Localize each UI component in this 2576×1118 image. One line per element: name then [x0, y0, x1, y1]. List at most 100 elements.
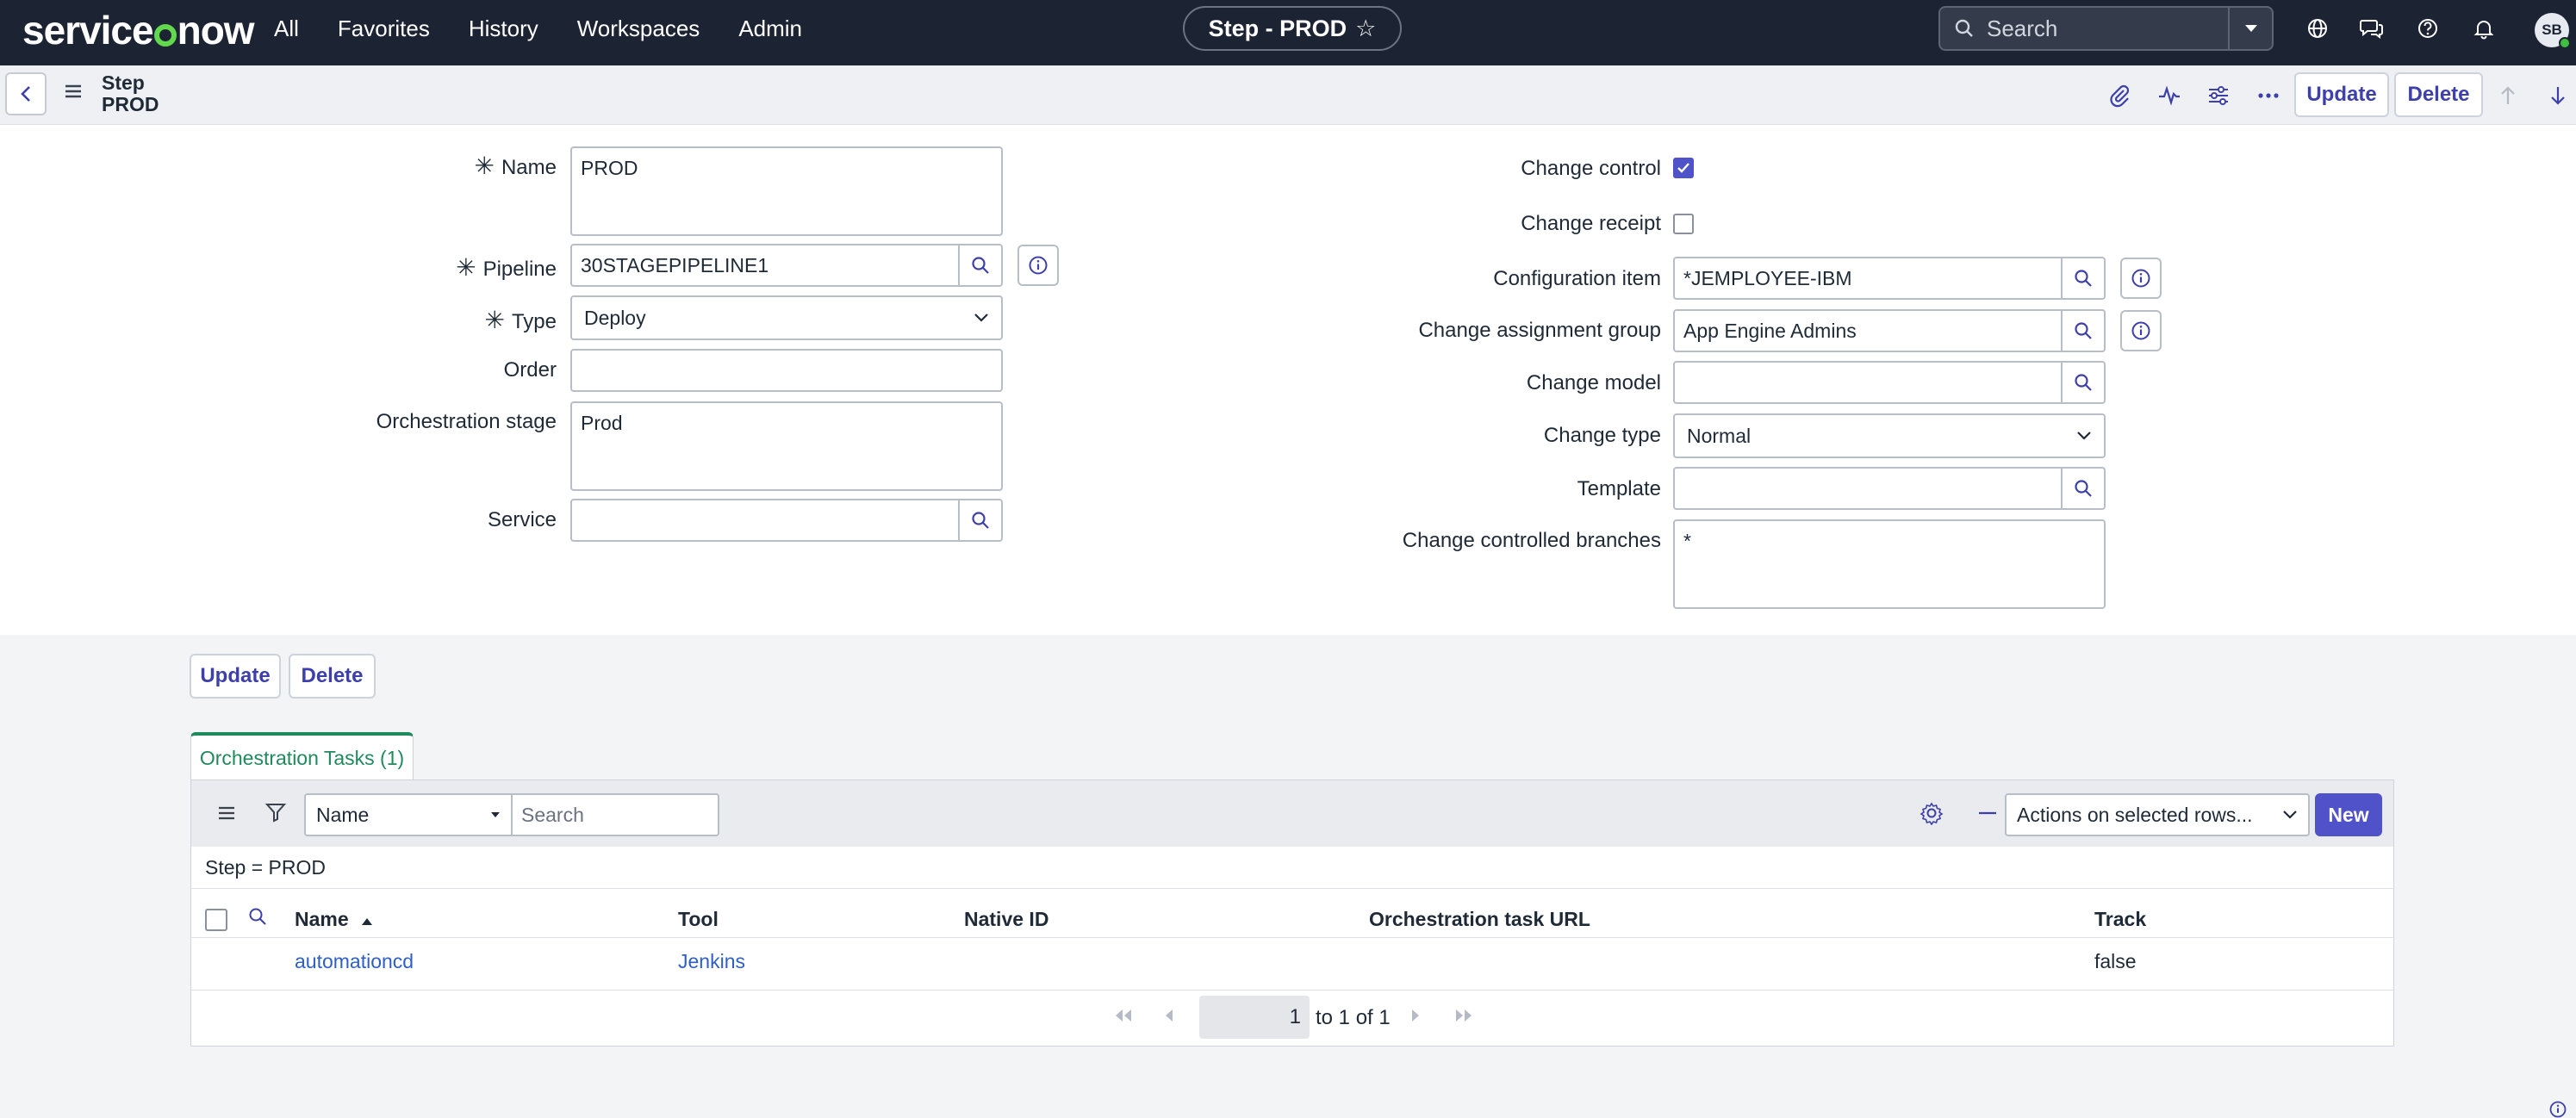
type-label: ✳ Type: [484, 307, 557, 333]
row-tool-link[interactable]: Jenkins: [678, 950, 745, 973]
change-model-field[interactable]: [1673, 361, 2063, 404]
star-icon[interactable]: ☆: [1355, 16, 1376, 42]
pipeline-label: ✳ Pipeline: [456, 254, 557, 281]
row-track: false: [2094, 950, 2137, 972]
form-context-menu-icon[interactable]: [64, 83, 83, 104]
row-name-link[interactable]: automationcd: [295, 950, 414, 973]
order-label: Order: [503, 358, 557, 382]
header-update-button[interactable]: Update: [2294, 72, 2389, 117]
search-icon: [2075, 270, 2092, 287]
type-select[interactable]: Deploy: [570, 295, 1003, 340]
change-type-label: Change type: [1543, 424, 1661, 447]
nav-admin[interactable]: Admin: [738, 16, 802, 42]
change-controlled-branches-label: Change controlled branches: [1402, 529, 1661, 552]
required-asterisk-icon: ✳: [484, 307, 505, 333]
notifications-bell-icon[interactable]: [2469, 14, 2498, 43]
nav-workspaces[interactable]: Workspaces: [577, 16, 700, 42]
nav-history[interactable]: History: [469, 16, 538, 42]
top-navigation-bar: service now All Favorites History Workspa…: [0, 0, 2576, 65]
chevron-down-icon: [2283, 811, 2297, 819]
user-avatar[interactable]: SB: [2535, 13, 2571, 49]
configuration-item-preview-button[interactable]: [2120, 258, 2162, 299]
column-header-tool[interactable]: Tool: [678, 908, 719, 931]
corner-info-icon[interactable]: [2548, 1100, 2567, 1118]
back-button[interactable]: [5, 72, 47, 115]
change-control-checkbox[interactable]: [1673, 158, 1694, 178]
change-assignment-group-lookup-button[interactable]: [2063, 309, 2106, 352]
header-delete-button[interactable]: Delete: [2394, 72, 2483, 117]
checkmark-icon: [1677, 163, 1689, 173]
configuration-item-field[interactable]: *JEMPLOYEE-IBM: [1673, 257, 2063, 300]
servicenow-logo[interactable]: service now: [22, 7, 255, 53]
change-type-select[interactable]: Normal: [1673, 413, 2106, 458]
personalize-sliders-icon[interactable]: [2204, 81, 2233, 110]
user-initials: SB: [2542, 22, 2562, 38]
column-header-name[interactable]: Name: [295, 908, 373, 931]
column-header-track[interactable]: Track: [2094, 908, 2146, 931]
globe-icon[interactable]: [2303, 14, 2332, 43]
info-icon: [1029, 256, 1048, 275]
first-page-icon[interactable]: [1113, 1008, 1134, 1028]
configuration-item-lookup-button[interactable]: [2063, 257, 2106, 300]
new-task-button[interactable]: New: [2315, 793, 2382, 836]
tab-orchestration-tasks[interactable]: Orchestration Tasks (1): [190, 732, 414, 780]
column-header-orchestration-task-url[interactable]: Orchestration task URL: [1369, 908, 1590, 931]
change-model-label: Change model: [1526, 371, 1661, 394]
list-search-input[interactable]: Search: [511, 793, 719, 836]
form-update-button[interactable]: Update: [190, 654, 281, 699]
order-field[interactable]: [570, 349, 1003, 392]
form-delete-button[interactable]: Delete: [289, 654, 376, 699]
change-assignment-group-field[interactable]: App Engine Admins: [1673, 309, 2063, 352]
change-receipt-checkbox[interactable]: [1673, 214, 1694, 234]
help-icon[interactable]: [2413, 14, 2442, 43]
change-assignment-group-label: Change assignment group: [1418, 319, 1661, 342]
next-record-arrow-down-icon[interactable]: [2543, 81, 2573, 110]
change-receipt-label: Change receipt: [1521, 212, 1661, 235]
change-controlled-branches-field[interactable]: *: [1673, 519, 2106, 609]
configuration-item-label: Configuration item: [1493, 267, 1661, 290]
breadcrumb-filter[interactable]: Step = PROD: [205, 856, 326, 879]
nav-favorites[interactable]: Favorites: [338, 16, 430, 42]
list-settings-gear-icon[interactable]: [1920, 801, 1944, 829]
service-lookup-button[interactable]: [960, 499, 1003, 542]
page-number-input[interactable]: 1: [1199, 996, 1310, 1039]
search-icon: [972, 257, 989, 274]
list-search-field-select[interactable]: Name: [304, 793, 513, 836]
pipeline-lookup-button[interactable]: [960, 244, 1003, 287]
search-icon: [2075, 322, 2092, 339]
nav-all[interactable]: All: [274, 16, 299, 42]
change-assignment-group-preview-button[interactable]: [2120, 310, 2162, 351]
previous-record-arrow-up-icon[interactable]: [2493, 81, 2523, 110]
change-model-lookup-button[interactable]: [2063, 361, 2106, 404]
attachment-paperclip-icon[interactable]: [2105, 81, 2134, 110]
collapse-list-minus-icon[interactable]: [1976, 802, 1999, 829]
filter-funnel-icon[interactable]: [264, 802, 287, 827]
chat-icon[interactable]: [2357, 14, 2386, 43]
chevron-down-icon: [2077, 432, 2091, 440]
chevron-left-icon: [21, 86, 30, 102]
last-page-icon[interactable]: [1453, 1008, 1474, 1028]
template-field[interactable]: [1673, 467, 2063, 510]
next-page-icon[interactable]: [1409, 1008, 1422, 1028]
column-search-icon[interactable]: [248, 907, 267, 930]
activity-pulse-icon[interactable]: [2155, 81, 2184, 110]
record-title-pill[interactable]: Step - PROD ☆: [1183, 6, 1402, 51]
column-header-native-id[interactable]: Native ID: [964, 908, 1048, 931]
select-all-checkbox[interactable]: [205, 909, 227, 931]
name-field[interactable]: PROD: [570, 146, 1003, 236]
global-search-input[interactable]: Search: [1938, 6, 2230, 51]
previous-page-icon[interactable]: [1163, 1008, 1175, 1028]
pipeline-preview-button[interactable]: [1017, 245, 1059, 286]
orchestration-stage-field[interactable]: Prod: [570, 401, 1003, 491]
more-options-icon[interactable]: [2254, 81, 2283, 110]
actions-on-selected-rows-select[interactable]: Actions on selected rows...: [2005, 793, 2310, 836]
info-icon: [2131, 269, 2150, 288]
record-type: Step: [102, 71, 145, 94]
pipeline-field[interactable]: 30STAGEPIPELINE1: [570, 244, 960, 287]
search-scope-dropdown[interactable]: [2229, 6, 2274, 51]
list-context-menu-icon[interactable]: [217, 804, 236, 826]
service-field[interactable]: [570, 499, 960, 542]
template-lookup-button[interactable]: [2063, 467, 2106, 510]
page-summary: to 1 of 1: [1316, 1006, 1391, 1029]
type-select-value: Deploy: [584, 306, 646, 329]
